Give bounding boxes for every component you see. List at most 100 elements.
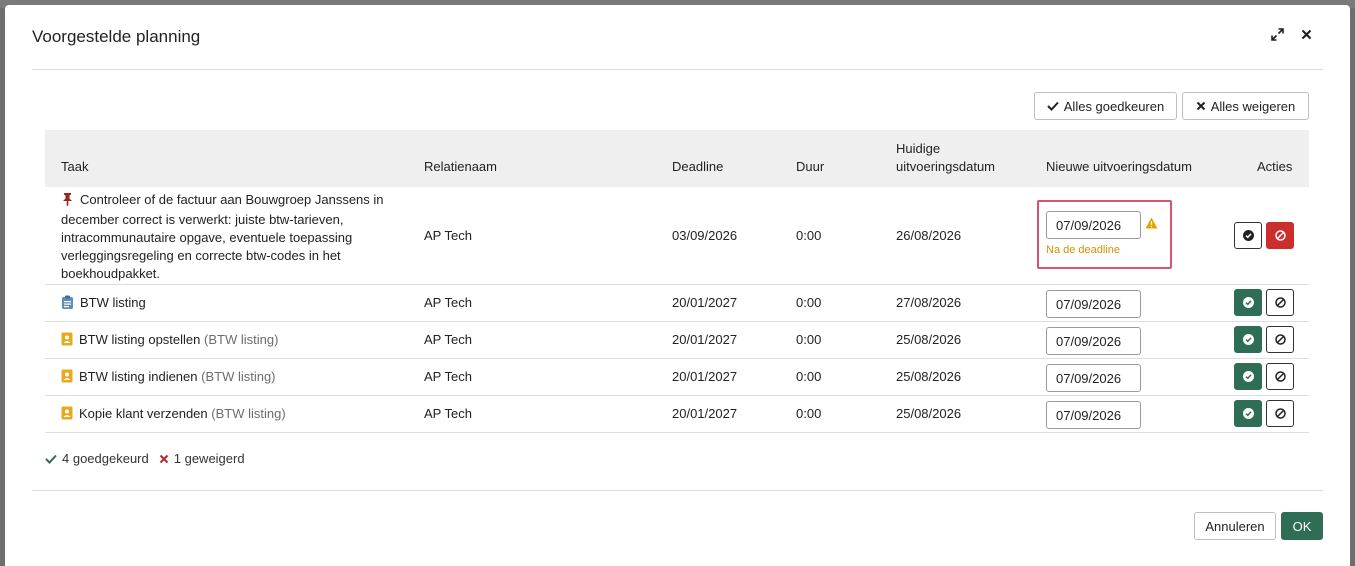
relation-cell: AP Tech: [424, 332, 472, 347]
header-current-date: Huidige uitvoeringsdatum: [896, 140, 995, 176]
header-task: Taak: [61, 159, 89, 174]
check-circle-icon: [1242, 334, 1254, 345]
header-duration: Duur: [796, 159, 825, 174]
deadline-cell: 20/01/2027: [672, 295, 738, 310]
reject-button[interactable]: [1266, 400, 1294, 427]
header-current-line2: uitvoeringsdatum: [896, 159, 995, 174]
duration-cell: 0:00: [796, 295, 822, 310]
relation-cell: AP Tech: [424, 406, 472, 421]
approve-button[interactable]: [1234, 326, 1262, 353]
reject-button[interactable]: [1266, 222, 1294, 249]
warning-text: Na de deadline: [1046, 244, 1121, 256]
task-parent: (BTW listing): [204, 332, 279, 347]
ban-icon: [1274, 297, 1286, 308]
duration-cell: 0:00: [796, 369, 822, 384]
task-title: BTW listing: [80, 295, 146, 310]
rejected-count: 1 geweigerd: [159, 451, 245, 466]
expand-icon[interactable]: [1268, 25, 1286, 43]
deadline-cell: 20/01/2027: [672, 369, 738, 384]
header-relation: Relatienaam: [424, 159, 497, 174]
approve-button[interactable]: [1234, 363, 1262, 390]
task-cell: Kopie klant verzenden (BTW listing): [61, 405, 286, 425]
task-title: Kopie klant verzenden: [79, 406, 208, 421]
header-divider: [32, 69, 1323, 70]
deadline-cell: 20/01/2027: [672, 332, 738, 347]
ban-icon: [1274, 230, 1286, 241]
header-current-line1: Huidige: [896, 141, 941, 156]
check-circle-icon: [1242, 408, 1254, 419]
task-cell: Controleer of de factuur aan Bouwgroep J…: [61, 191, 401, 283]
pin-icon: [61, 192, 74, 211]
close-icon[interactable]: [1297, 25, 1315, 43]
table-row: Controleer of de factuur aan Bouwgroep J…: [45, 187, 1309, 285]
header-new-date: Nieuwe uitvoeringsdatum: [1046, 159, 1192, 174]
reject-all-label: Alles weigeren: [1210, 98, 1296, 114]
task-parent: (BTW listing): [211, 406, 286, 421]
person-badge-icon: [61, 332, 73, 351]
new-date-input[interactable]: [1046, 290, 1141, 318]
duration-cell: 0:00: [796, 228, 822, 243]
approve-all-label: Alles goedkeuren: [1063, 98, 1165, 114]
new-date-input[interactable]: [1046, 327, 1141, 355]
footer-divider: [32, 490, 1323, 491]
check-icon: [1047, 101, 1059, 111]
reject-button[interactable]: [1266, 363, 1294, 390]
check-circle-icon: [1242, 297, 1254, 308]
task-title: BTW listing opstellen: [79, 332, 201, 347]
table-row: Kopie klant verzenden (BTW listing) AP T…: [45, 396, 1309, 433]
header-actions: Acties: [1257, 159, 1293, 174]
person-badge-icon: [61, 369, 73, 388]
approve-button[interactable]: [1234, 289, 1262, 316]
planning-table: Taak Relatienaam Deadline Duur Huidige u…: [45, 130, 1309, 433]
check-circle-icon: [1242, 371, 1254, 382]
table-row: BTW listing opstellen (BTW listing) AP T…: [45, 322, 1309, 359]
new-date-input[interactable]: [1046, 211, 1141, 239]
planning-dialog: Voorgestelde planning Alles goedkeuren A…: [5, 5, 1350, 566]
approved-count: 4 goedgekeurd: [45, 451, 149, 466]
current-date-cell: 25/08/2026: [896, 332, 962, 347]
check-icon: [45, 454, 57, 464]
task-title: Controleer of de factuur aan Bouwgroep J…: [61, 192, 384, 281]
task-title: BTW listing indienen: [79, 369, 198, 384]
ban-icon: [1274, 334, 1286, 345]
new-date-input[interactable]: [1046, 401, 1141, 429]
x-icon: [159, 454, 168, 463]
cancel-button[interactable]: Annuleren: [1194, 512, 1276, 540]
current-date-cell: 25/08/2026: [896, 406, 962, 421]
approve-all-button[interactable]: Alles goedkeuren: [1034, 92, 1177, 120]
approve-button[interactable]: [1234, 222, 1262, 249]
reject-all-button[interactable]: Alles weigeren: [1182, 92, 1309, 120]
warning-icon: [1145, 217, 1158, 232]
reject-button[interactable]: [1266, 326, 1294, 353]
task-parent: (BTW listing): [201, 369, 276, 384]
relation-cell: AP Tech: [424, 228, 472, 243]
relation-cell: AP Tech: [424, 295, 472, 310]
ok-button[interactable]: OK: [1281, 512, 1323, 540]
clipboard-icon: [61, 295, 74, 314]
ban-icon: [1274, 371, 1286, 382]
reject-button[interactable]: [1266, 289, 1294, 316]
approved-count-label: 4 goedgekeurd: [62, 451, 149, 466]
table-row: BTW listing indienen (BTW listing) AP Te…: [45, 359, 1309, 396]
table-row: BTW listing AP Tech 20/01/2027 0:00 27/0…: [45, 285, 1309, 322]
table-header: Taak Relatienaam Deadline Duur Huidige u…: [45, 130, 1309, 187]
header-deadline: Deadline: [672, 159, 724, 174]
x-icon: [1196, 101, 1205, 111]
dialog-title: Voorgestelde planning: [32, 27, 201, 46]
duration-cell: 0:00: [796, 332, 822, 347]
duration-cell: 0:00: [796, 406, 822, 421]
current-date-cell: 27/08/2026: [896, 295, 962, 310]
status-summary: 4 goedgekeurd 1 geweigerd: [45, 451, 245, 466]
background-right: [1350, 8, 1355, 566]
ban-icon: [1274, 408, 1286, 419]
check-circle-icon: [1242, 230, 1254, 241]
task-cell: BTW listing opstellen (BTW listing): [61, 331, 278, 351]
task-cell: BTW listing: [61, 294, 146, 314]
person-badge-icon: [61, 406, 73, 425]
deadline-cell: 03/09/2026: [672, 228, 738, 243]
approve-button[interactable]: [1234, 400, 1262, 427]
current-date-cell: 26/08/2026: [896, 228, 962, 243]
new-date-input[interactable]: [1046, 364, 1141, 392]
relation-cell: AP Tech: [424, 369, 472, 384]
task-cell: BTW listing indienen (BTW listing): [61, 368, 276, 388]
